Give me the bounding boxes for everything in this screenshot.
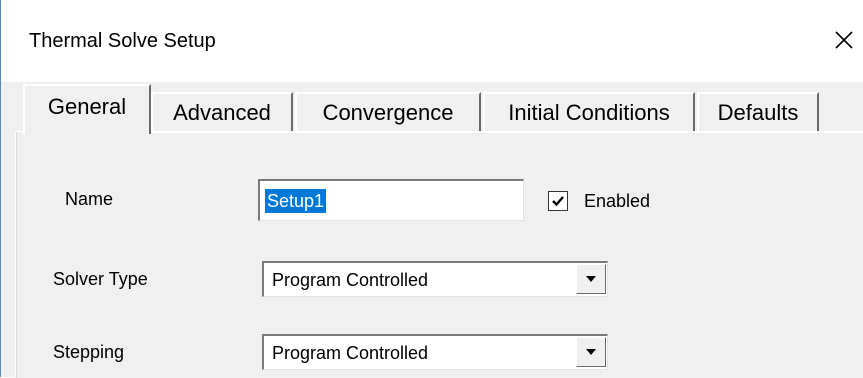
enabled-checkbox[interactable]: [548, 191, 568, 211]
stepping-select[interactable]: Program Controlled: [262, 334, 608, 370]
name-field[interactable]: Setup1: [258, 179, 524, 221]
thermal-solve-setup-dialog: Thermal Solve Setup General Advanced Con…: [0, 0, 863, 378]
solver-type-label: Solver Type: [53, 269, 148, 289]
tab-general-label: General: [47, 94, 127, 119]
tab-initial-conditions[interactable]: Initial Conditions: [483, 92, 695, 132]
name-label: Name: [65, 189, 114, 209]
solver-type-value: Program Controlled: [272, 270, 429, 290]
solver-type-dropdown-button[interactable]: [576, 264, 606, 294]
tab-defaults[interactable]: Defaults: [697, 92, 819, 132]
tab-advanced-label: Advanced: [173, 100, 271, 125]
dialog-title: Thermal Solve Setup: [29, 30, 216, 52]
close-button[interactable]: [827, 22, 861, 58]
stepping-dropdown-button[interactable]: [576, 337, 606, 367]
close-icon: [835, 31, 853, 49]
stepping-value: Program Controlled: [272, 343, 429, 363]
tab-convergence[interactable]: Convergence: [295, 92, 481, 132]
tab-defaults-label: Defaults: [717, 100, 799, 125]
enabled-label[interactable]: Enabled: [584, 191, 650, 212]
tab-convergence-label: Convergence: [322, 100, 454, 125]
tab-strip-border: [151, 131, 863, 133]
solver-type-select[interactable]: Program Controlled: [262, 261, 608, 297]
title-bar: Thermal Solve Setup: [1, 0, 863, 82]
chevron-down-icon: [586, 276, 596, 282]
stepping-label: Stepping: [53, 342, 125, 362]
name-field-value: Setup1: [265, 189, 327, 213]
tab-initial-conditions-label: Initial Conditions: [508, 100, 670, 125]
check-icon: [552, 196, 564, 207]
tab-advanced[interactable]: Advanced: [151, 92, 293, 132]
chevron-down-icon: [586, 349, 596, 355]
tab-general[interactable]: General: [23, 84, 151, 134]
